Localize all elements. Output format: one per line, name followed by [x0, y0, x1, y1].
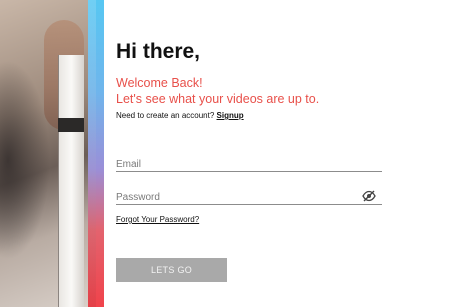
eye-slash-icon[interactable]: [362, 189, 376, 202]
signup-prompt: Need to create an account? Signup: [116, 111, 244, 120]
forgot-password-link[interactable]: Forgot Your Password?: [116, 215, 199, 224]
accent-stripe: [88, 0, 104, 307]
email-input[interactable]: [116, 156, 382, 173]
hero-photo: [0, 0, 88, 307]
photo-shadow: [0, 60, 50, 260]
login-panel: Hi there, Welcome Back! Let's see what y…: [104, 0, 450, 307]
welcome-message: Welcome Back! Let's see what your videos…: [116, 75, 319, 107]
photo-device-band: [58, 118, 84, 132]
signup-prompt-text: Need to create an account?: [116, 111, 217, 120]
welcome-line-1: Welcome Back!: [116, 76, 203, 90]
password-input[interactable]: [116, 189, 382, 206]
photo-device: [58, 55, 84, 307]
lets-go-button[interactable]: LETS GO: [116, 258, 227, 282]
signup-link[interactable]: Signup: [217, 111, 244, 120]
password-field: [116, 187, 382, 206]
welcome-line-2: Let's see what your videos are up to.: [116, 92, 320, 106]
greeting-heading: Hi there,: [116, 40, 201, 63]
email-field: [116, 154, 382, 173]
